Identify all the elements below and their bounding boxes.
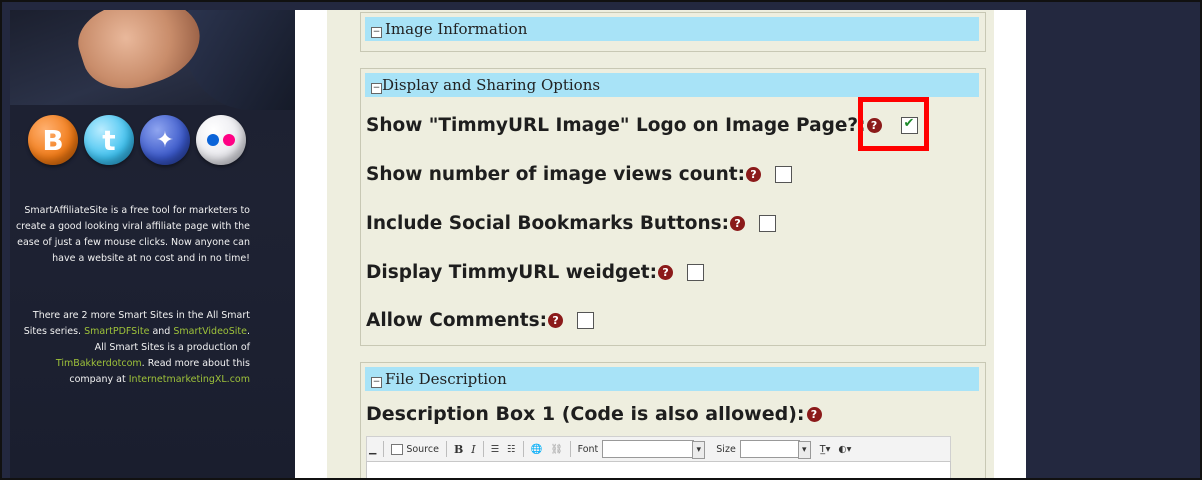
checkbox-display-widget[interactable] xyxy=(687,264,705,281)
section-title: Image Information xyxy=(385,20,528,38)
twitter-glyph: t xyxy=(102,123,116,157)
ordered-list-icon[interactable]: ☰ xyxy=(491,444,500,455)
red-highlight-box xyxy=(858,97,929,151)
option-label: Allow Comments: xyxy=(366,310,548,331)
toolbar-separator xyxy=(522,441,524,457)
twitter-icon[interactable]: t xyxy=(84,115,134,165)
toolbar-separator xyxy=(445,441,447,457)
link-timbakkerdotcom[interactable]: TimBakkerdotcom xyxy=(56,358,142,369)
toolbar-collapse-icon[interactable]: ▁ xyxy=(369,444,376,455)
unlink-icon[interactable]: ⛓ xyxy=(551,444,563,455)
toolbar-separator xyxy=(569,441,571,457)
text-color-icon[interactable]: T̲▾ xyxy=(820,444,831,455)
myspace-icon[interactable]: ✦ xyxy=(140,115,190,165)
help-icon[interactable]: ? xyxy=(746,167,761,182)
editor-toolbar: ▁ Source B I ☰ ☷ 🌐 ⛓ Font Size T̲▾ ◐▾ xyxy=(366,436,951,462)
help-icon[interactable]: ? xyxy=(548,313,564,328)
panel-file-description: − File Description Description Box 1 (Cod… xyxy=(360,362,986,478)
collapse-icon[interactable]: − xyxy=(371,377,382,388)
bold-button[interactable]: B xyxy=(454,443,463,456)
toolbar-separator xyxy=(482,441,484,457)
font-select[interactable] xyxy=(602,440,706,459)
section-title: File Description xyxy=(385,370,507,388)
option-social-bookmarks: Include Social Bookmarks Buttons: ? xyxy=(366,213,777,234)
collapse-icon[interactable]: − xyxy=(371,27,382,38)
header-image xyxy=(10,10,295,110)
section-title: Display and Sharing Options xyxy=(382,76,601,94)
flickr-blue-dot xyxy=(207,134,219,146)
link-smartvideosite[interactable]: SmartVideoSite xyxy=(173,326,247,337)
source-label: Source xyxy=(406,443,439,455)
size-select[interactable] xyxy=(739,440,811,459)
source-button[interactable]: Source xyxy=(391,443,439,455)
blogger-icon[interactable]: B xyxy=(28,115,78,165)
background-color-icon[interactable]: ◐▾ xyxy=(838,444,851,455)
source-icon xyxy=(391,443,404,455)
link-smartpdfsite[interactable]: SmartPDFSite xyxy=(84,326,149,337)
size-label: Size xyxy=(716,443,736,455)
option-label: Show number of image views count: xyxy=(366,164,745,185)
sidebar-description: SmartAffiliateSite is a free tool for ma… xyxy=(15,205,250,264)
sidebar-series-info: There are 2 more Smart Sites in the All … xyxy=(10,308,250,388)
hand-graphic xyxy=(69,10,211,102)
sleeve-graphic xyxy=(185,10,295,110)
window-frame: B t ✦ SmartAffiliateSite is a free tool … xyxy=(0,0,1202,480)
option-label: Include Social Bookmarks Buttons: xyxy=(366,213,730,234)
checkbox-social-bookmarks[interactable] xyxy=(759,215,777,232)
help-icon[interactable]: ? xyxy=(806,406,822,422)
link-icon[interactable]: 🌐 xyxy=(531,444,543,455)
social-icons: B t ✦ xyxy=(28,115,246,165)
option-label: Show "TimmyURL Image" Logo on Image Page… xyxy=(366,115,866,136)
option-show-logo: Show "TimmyURL Image" Logo on Image Page… xyxy=(366,115,918,136)
section-header-file-description[interactable]: − File Description xyxy=(365,367,979,391)
italic-button[interactable]: I xyxy=(471,443,475,456)
description-label: Description Box 1 (Code is also allowed)… xyxy=(366,403,805,425)
option-label: Display TimmyURL weidget: xyxy=(366,262,658,283)
help-icon[interactable]: ? xyxy=(658,265,674,280)
series-text-and: and xyxy=(152,326,171,337)
sidebar: B t ✦ SmartAffiliateSite is a free tool … xyxy=(10,10,295,478)
option-display-widget: Display TimmyURL weidget: ? xyxy=(366,262,705,283)
panel-image-information: − Image Information xyxy=(360,12,986,52)
flickr-pink-dot xyxy=(223,134,235,146)
section-header-image-information[interactable]: − Image Information xyxy=(365,17,979,41)
blogger-glyph: B xyxy=(42,123,64,157)
checkbox-allow-comments[interactable] xyxy=(577,312,595,329)
section-header-display-sharing[interactable]: − Display and Sharing Options xyxy=(365,73,979,97)
toolbar-separator xyxy=(383,441,385,457)
option-views-count: Show number of image views count: ? xyxy=(366,164,792,185)
checkbox-views-count[interactable] xyxy=(775,166,792,183)
myspace-glyph: ✦ xyxy=(155,127,175,153)
option-allow-comments: Allow Comments: ? xyxy=(366,310,595,331)
help-icon[interactable]: ? xyxy=(730,216,746,231)
description-label-row: Description Box 1 (Code is also allowed)… xyxy=(366,403,822,425)
description-editor[interactable] xyxy=(366,461,951,478)
collapse-icon[interactable]: − xyxy=(371,83,382,94)
flickr-icon[interactable] xyxy=(196,115,246,165)
unordered-list-icon[interactable]: ☷ xyxy=(507,444,516,455)
link-internetmarketingxl[interactable]: InternetmarketingXL.com xyxy=(129,374,250,385)
font-label: Font xyxy=(577,443,599,455)
